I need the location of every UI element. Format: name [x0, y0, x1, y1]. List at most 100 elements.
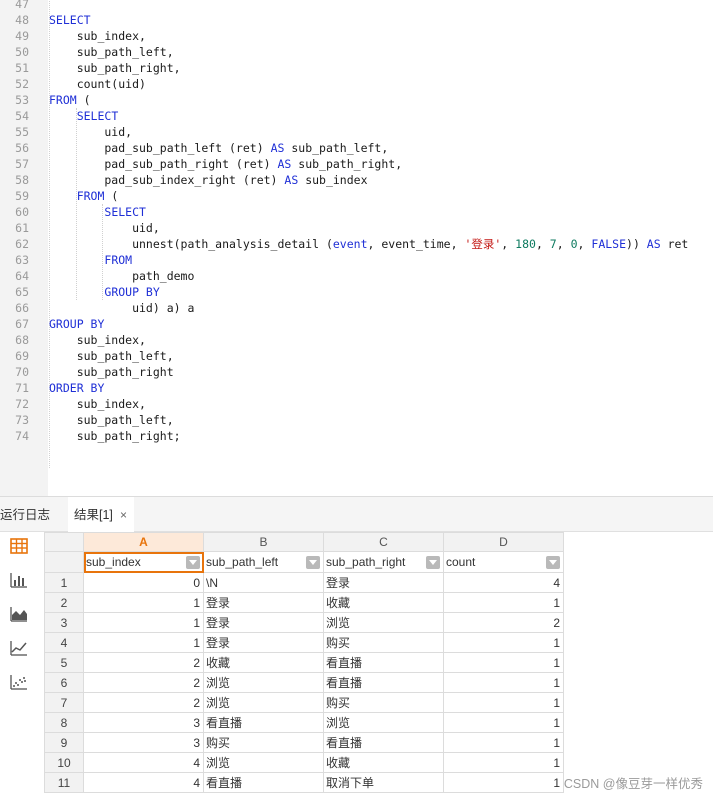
- filter-dropdown-icon[interactable]: [186, 556, 200, 569]
- code-line: 65 GROUP BY: [0, 284, 713, 300]
- table-row[interactable]: 8 3 看直播 浏览 1: [44, 712, 564, 733]
- sql-editor[interactable]: 47 48 SELECT 49 sub_index, 50 sub_path_left,…: [0, 0, 713, 496]
- cell-sub-path-right[interactable]: 看直播: [323, 652, 444, 673]
- cell-sub-index[interactable]: 1: [83, 632, 204, 653]
- column-letter-a[interactable]: A: [83, 532, 204, 552]
- cell-sub-path-right[interactable]: 购买: [323, 692, 444, 713]
- line-chart-icon[interactable]: [10, 640, 30, 658]
- row-number[interactable]: 10: [44, 752, 84, 773]
- cell-sub-path-left[interactable]: 浏览: [203, 672, 324, 693]
- row-number[interactable]: 3: [44, 612, 84, 633]
- table-row[interactable]: 5 2 收藏 看直播 1: [44, 652, 564, 673]
- line-number: 53: [15, 93, 29, 107]
- cell-count[interactable]: 1: [443, 672, 564, 693]
- column-letter-b[interactable]: B: [203, 532, 324, 552]
- sql-token: unnest(path_analysis_detail (: [49, 237, 333, 251]
- cell-sub-index[interactable]: 2: [83, 672, 204, 693]
- table-row[interactable]: 2 1 登录 收藏 1: [44, 592, 564, 613]
- filter-dropdown-icon[interactable]: [306, 556, 320, 569]
- cell-sub-index[interactable]: 0: [83, 572, 204, 593]
- field-header-count[interactable]: count: [443, 551, 564, 573]
- area-chart-icon[interactable]: [10, 606, 30, 624]
- cell-sub-path-left[interactable]: 看直播: [203, 712, 324, 733]
- cell-sub-path-right[interactable]: 登录: [323, 572, 444, 593]
- cell-count[interactable]: 1: [443, 592, 564, 613]
- cell-sub-path-right[interactable]: 取消下单: [323, 772, 444, 793]
- cell-sub-index[interactable]: 2: [83, 652, 204, 673]
- sql-number: 0: [570, 237, 578, 251]
- row-number[interactable]: 8: [44, 712, 84, 733]
- table-row[interactable]: 7 2 浏览 购买 1: [44, 692, 564, 713]
- code-text: sub_path_right;: [49, 428, 181, 444]
- tab-result[interactable]: 结果[1] ×: [68, 497, 134, 533]
- cell-count[interactable]: 2: [443, 612, 564, 633]
- cell-sub-index[interactable]: 4: [83, 772, 204, 793]
- filter-dropdown-icon[interactable]: [546, 556, 560, 569]
- bar-chart-icon[interactable]: [10, 572, 30, 590]
- watermark: CSDN @像豆芽一样优秀: [563, 777, 703, 791]
- field-header-sub-index[interactable]: sub_index: [83, 551, 204, 573]
- cell-sub-path-left[interactable]: \N: [203, 572, 324, 593]
- filter-dropdown-icon[interactable]: [426, 556, 440, 569]
- cell-count[interactable]: 1: [443, 732, 564, 753]
- cell-sub-path-left[interactable]: 登录: [203, 592, 324, 613]
- table-row[interactable]: 10 4 浏览 收藏 1: [44, 752, 564, 773]
- cell-sub-path-right[interactable]: 购买: [323, 632, 444, 653]
- cell-sub-index[interactable]: 4: [83, 752, 204, 773]
- cell-sub-path-right[interactable]: 浏览: [323, 712, 444, 733]
- cell-sub-index[interactable]: 3: [83, 732, 204, 753]
- cell-sub-path-left[interactable]: 购买: [203, 732, 324, 753]
- cell-sub-index[interactable]: 3: [83, 712, 204, 733]
- cell-sub-path-right[interactable]: 收藏: [323, 752, 444, 773]
- cell-sub-path-left[interactable]: 浏览: [203, 752, 324, 773]
- table-row[interactable]: 3 1 登录 浏览 2: [44, 612, 564, 633]
- table-view-icon[interactable]: [10, 538, 30, 556]
- result-grid[interactable]: A B C D sub_index sub_path_left sub_path…: [44, 532, 564, 796]
- row-number[interactable]: 7: [44, 692, 84, 713]
- cell-sub-path-left[interactable]: 登录: [203, 632, 324, 653]
- cell-count[interactable]: 1: [443, 712, 564, 733]
- cell-count[interactable]: 1: [443, 752, 564, 773]
- row-number[interactable]: 5: [44, 652, 84, 673]
- cell-count[interactable]: 1: [443, 692, 564, 713]
- cell-sub-index[interactable]: 1: [83, 592, 204, 613]
- table-row[interactable]: 1 0 \N 登录 4: [44, 572, 564, 593]
- row-number[interactable]: 6: [44, 672, 84, 693]
- line-number: 66: [15, 301, 29, 315]
- line-number: 50: [15, 45, 29, 59]
- row-number[interactable]: 9: [44, 732, 84, 753]
- line-number: 72: [15, 397, 29, 411]
- cell-sub-path-right[interactable]: 收藏: [323, 592, 444, 613]
- grid-corner[interactable]: [44, 532, 84, 552]
- close-icon[interactable]: ×: [120, 497, 127, 533]
- cell-sub-path-right[interactable]: 浏览: [323, 612, 444, 633]
- cell-sub-path-right[interactable]: 看直播: [323, 672, 444, 693]
- row-number[interactable]: 2: [44, 592, 84, 613]
- table-row[interactable]: 4 1 登录 购买 1: [44, 632, 564, 653]
- cell-count[interactable]: 4: [443, 572, 564, 593]
- field-header-sub-path-left[interactable]: sub_path_left: [203, 551, 324, 573]
- cell-sub-path-right[interactable]: 看直播: [323, 732, 444, 753]
- line-number: 74: [15, 429, 29, 443]
- row-number[interactable]: 11: [44, 772, 84, 793]
- table-row[interactable]: 11 4 看直播 取消下单 1: [44, 772, 564, 793]
- cell-sub-path-left[interactable]: 浏览: [203, 692, 324, 713]
- column-letter-d[interactable]: D: [443, 532, 564, 552]
- cell-sub-index[interactable]: 2: [83, 692, 204, 713]
- cell-count[interactable]: 1: [443, 772, 564, 793]
- cell-count[interactable]: 1: [443, 652, 564, 673]
- table-row[interactable]: 9 3 购买 看直播 1: [44, 732, 564, 753]
- cell-count[interactable]: 1: [443, 632, 564, 653]
- row-number[interactable]: 4: [44, 632, 84, 653]
- sql-keyword: ORDER BY: [49, 381, 105, 395]
- cell-sub-path-left[interactable]: 登录: [203, 612, 324, 633]
- table-row[interactable]: 6 2 浏览 看直播 1: [44, 672, 564, 693]
- cell-sub-path-left[interactable]: 收藏: [203, 652, 324, 673]
- cell-sub-path-left[interactable]: 看直播: [203, 772, 324, 793]
- scatter-chart-icon[interactable]: [10, 674, 30, 692]
- field-header-sub-path-right[interactable]: sub_path_right: [323, 551, 444, 573]
- column-letter-c[interactable]: C: [323, 532, 444, 552]
- row-number[interactable]: 1: [44, 572, 84, 593]
- tab-run-log[interactable]: 运行日志: [0, 497, 66, 532]
- cell-sub-index[interactable]: 1: [83, 612, 204, 633]
